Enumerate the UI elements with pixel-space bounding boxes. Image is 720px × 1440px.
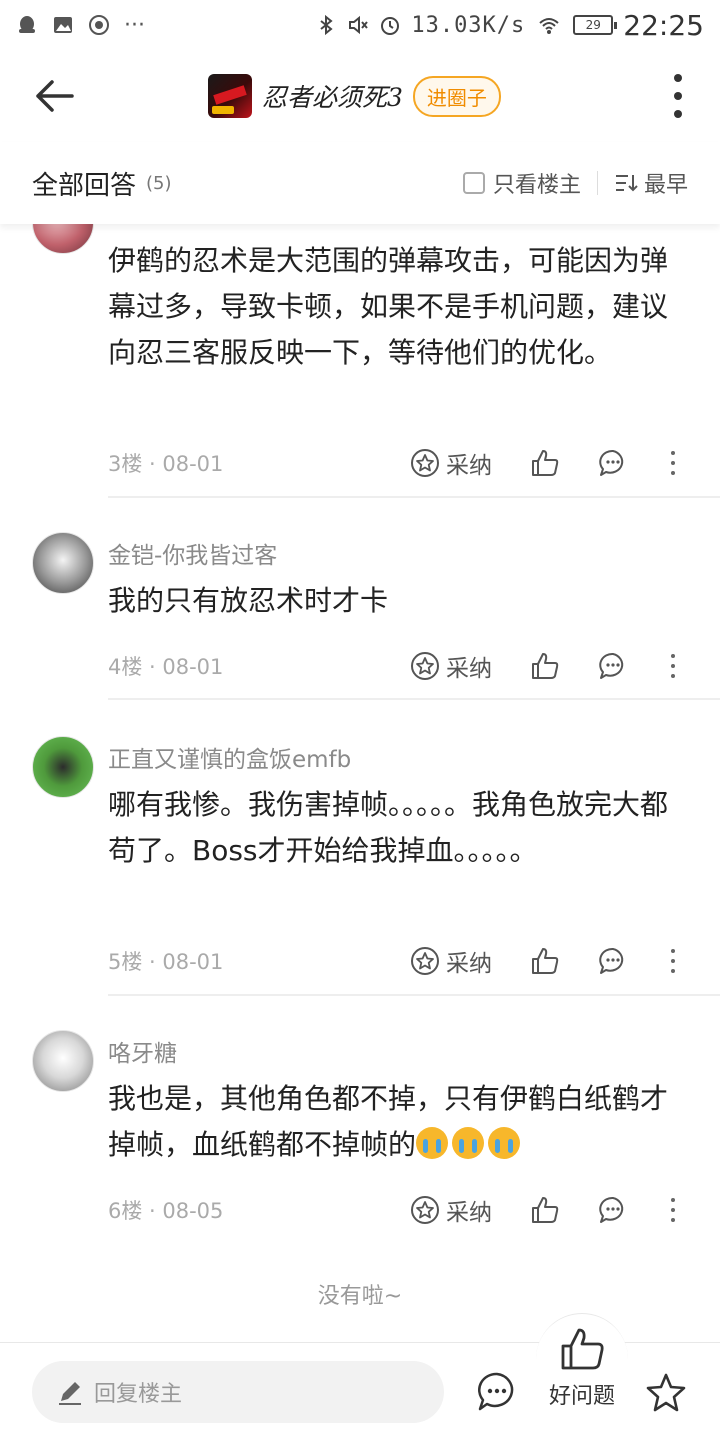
sort-icon[interactable] [614, 172, 638, 194]
answer-meta: 5楼 · 08-01 采纳 [108, 941, 694, 981]
crying-emoji-icon [452, 1127, 485, 1159]
like-thumb-icon[interactable] [530, 946, 560, 976]
adopt-label: 采纳 [446, 453, 492, 479]
answer-more-icon[interactable] [670, 1198, 676, 1222]
adopt-label: 采纳 [446, 1200, 492, 1226]
answer-text: 我的只有放忍术时才卡 [108, 584, 389, 617]
battery-icon: 29 [573, 15, 618, 35]
floor-date: 4楼 · 08-01 [108, 655, 224, 679]
adopt-label: 采纳 [446, 656, 492, 682]
wifi-icon [539, 18, 559, 34]
adopt-star-icon [411, 449, 439, 477]
floor-date: 5楼 · 08-01 [108, 950, 224, 974]
comment-icon[interactable] [476, 1371, 518, 1413]
answer-text-content: 我也是，其他角色都不掉，只有伊鹤白纸鹤才掉帧，血纸鹤都不掉帧的 [108, 1082, 669, 1161]
comment-icon[interactable] [598, 1195, 628, 1225]
like-thumb-icon[interactable] [530, 1195, 560, 1225]
divider [108, 496, 720, 498]
image-icon [54, 17, 72, 33]
adopt-label: 采纳 [446, 951, 492, 977]
like-thumb-icon[interactable] [530, 448, 560, 478]
answer-more-icon[interactable] [670, 654, 676, 678]
adopt-star-icon [411, 1196, 439, 1224]
avatar[interactable] [32, 1030, 94, 1092]
divider [108, 698, 720, 700]
sort-earliest-label[interactable]: 最早 [644, 167, 688, 199]
username[interactable]: 咯牙糖 [108, 1034, 177, 1068]
pencil-icon [59, 1382, 81, 1405]
bluetooth-icon [320, 14, 333, 36]
answer-text: 伊鹤的忍术是大范围的弹幕攻击，可能因为弹幕过多，导致卡顿，如果不是手机问题，建议… [108, 244, 669, 369]
clock: 22:25 [623, 8, 704, 42]
reply-placeholder: 回复楼主 [94, 1382, 183, 1407]
adopt-button[interactable]: 采纳 [410, 944, 492, 978]
only-host-checkbox[interactable] [462, 172, 485, 194]
username[interactable]: 金铠-你我皆过客 [108, 536, 277, 570]
more-dots-icon: ··· [124, 12, 145, 38]
join-circle-button[interactable]: 进圈子 [412, 75, 501, 117]
game-logo [208, 74, 252, 118]
only-host-label[interactable]: 只看楼主 [493, 167, 581, 199]
answer-meta: 3楼 · 08-01 采纳 [108, 443, 694, 483]
more-options-icon[interactable] [672, 74, 684, 118]
bottom-action-bar: 回复楼主 好问题 [0, 1313, 720, 1440]
adopt-star-icon [411, 947, 439, 975]
adopt-button[interactable]: 采纳 [410, 1193, 492, 1227]
favorite-star-icon[interactable] [644, 1371, 688, 1415]
game-title: 忍者必须死3 [262, 83, 403, 112]
good-question-label: 好问题 [548, 1384, 615, 1409]
divider [108, 994, 720, 996]
answer-meta: 6楼 · 08-05 采纳 [108, 1190, 694, 1230]
filter-divider [596, 171, 598, 195]
comment-icon[interactable] [598, 946, 628, 976]
username[interactable]: 正直又谨慎的盒饭emfb [108, 740, 351, 774]
thumbs-up-icon [561, 1328, 604, 1370]
answer-more-icon[interactable] [670, 451, 676, 475]
back-arrow-icon[interactable] [30, 72, 78, 120]
comment-icon[interactable] [598, 448, 628, 478]
avatar[interactable] [32, 736, 94, 798]
like-thumb-icon[interactable] [530, 651, 560, 681]
good-question-button[interactable]: 好问题 [536, 1313, 628, 1433]
comment-icon[interactable] [598, 651, 628, 681]
answers-filter-bar: 全部回答 (5) 只看楼主 最早 [0, 142, 720, 224]
answer-list: 伊鹤的忍术是大范围的弹幕攻击，可能因为弹幕过多，导致卡顿，如果不是手机问题，建议… [0, 224, 720, 1342]
network-speed: 13.03K/s [411, 12, 526, 38]
avatar[interactable] [32, 532, 94, 594]
avatar[interactable] [32, 224, 94, 254]
top-app-bar: 忍者必须死3 进圈子 [0, 50, 720, 142]
circle-title-group: 忍者必须死3 进圈子 [208, 74, 501, 118]
adopt-button[interactable]: 采纳 [410, 446, 492, 480]
crying-emoji-icon [488, 1127, 521, 1159]
answers-count: (5) [146, 172, 172, 194]
floor-date: 3楼 · 08-01 [108, 452, 224, 476]
mute-icon [349, 15, 369, 35]
end-of-list-text: 没有啦~ [317, 1284, 403, 1309]
qq-icon [19, 16, 35, 33]
answer-more-icon[interactable] [670, 949, 676, 973]
all-answers-title: 全部回答 [32, 170, 137, 201]
answer-text: 哪有我惨。我伤害掉帧。。。。。我角色放完大都苟了。Boss才开始给我掉血。。。。… [108, 788, 669, 867]
alarm-icon [381, 17, 400, 35]
answer-text: 我也是，其他角色都不掉，只有伊鹤白纸鹤才掉帧，血纸鹤都不掉帧的 [108, 1076, 694, 1168]
floor-date: 6楼 · 08-05 [108, 1199, 224, 1223]
answer-meta: 4楼 · 08-01 采纳 [108, 646, 694, 686]
status-bar: ··· 13.03K/s 29 22:25 [0, 0, 720, 50]
adopt-button[interactable]: 采纳 [410, 649, 492, 683]
adopt-star-icon [411, 652, 439, 680]
crying-emoji-icon [416, 1127, 449, 1159]
reply-host-input[interactable]: 回复楼主 [32, 1361, 444, 1423]
record-icon [89, 15, 109, 35]
